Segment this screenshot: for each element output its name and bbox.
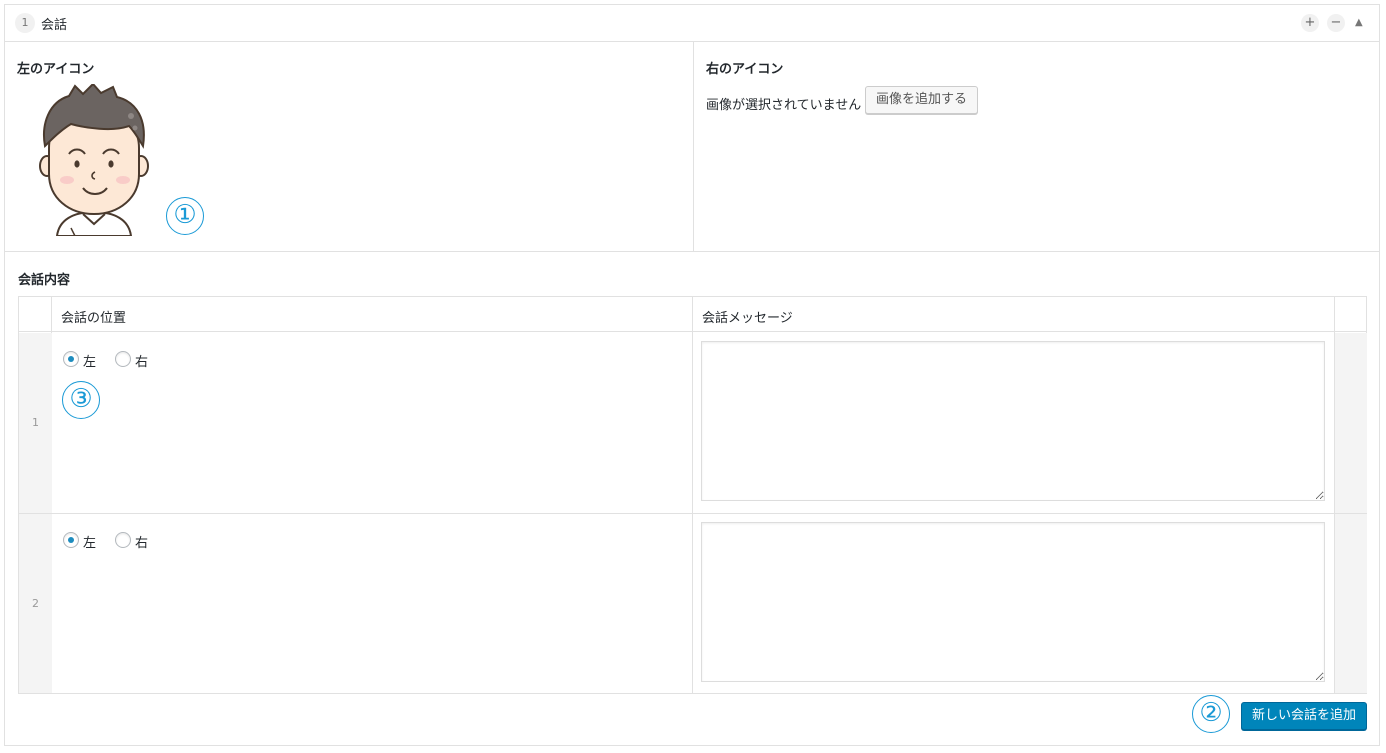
- callout-2: ②: [1192, 695, 1230, 733]
- radio-left-label: 左: [83, 536, 97, 551]
- right-icon-label: 右のアイコン: [706, 62, 784, 77]
- no-image-text: 画像が選択されていません: [706, 98, 862, 113]
- message-textarea[interactable]: [701, 522, 1325, 682]
- add-image-button[interactable]: 画像を追加する: [865, 86, 979, 114]
- radio-left[interactable]: [63, 351, 79, 367]
- conversation-panel: 1 会話 + − ▲ 左のアイコン ① 右のアイコン 画像が選択されていません …: [4, 4, 1380, 746]
- panel-title: 会話: [41, 18, 68, 33]
- callout-3: ③: [62, 381, 100, 419]
- row-actions[interactable]: [1335, 514, 1367, 693]
- radio-left[interactable]: [63, 532, 79, 548]
- row-index[interactable]: 2: [19, 514, 52, 693]
- panel-header: 1 会話 + − ▲: [5, 5, 1379, 42]
- column-header-position: 会話の位置: [61, 311, 127, 326]
- message-textarea[interactable]: [701, 341, 1325, 501]
- column-header-message: 会話メッセージ: [702, 311, 793, 326]
- row-divider: [19, 513, 1366, 514]
- callout-1: ①: [166, 197, 204, 235]
- row-index[interactable]: 1: [19, 333, 52, 513]
- avatar-image[interactable]: [35, 84, 153, 236]
- add-conversation-button[interactable]: 新しい会話を追加: [1241, 702, 1368, 730]
- conversation-table: 会話の位置 会話メッセージ 1 左 右 ③ 2 左 右: [18, 296, 1367, 694]
- radio-right[interactable]: [115, 351, 131, 367]
- minus-icon[interactable]: −: [1327, 14, 1345, 32]
- radio-left-label: 左: [83, 355, 97, 370]
- left-icon-label: 左のアイコン: [17, 62, 95, 77]
- column-divider: [692, 297, 693, 693]
- radio-right-label: 右: [135, 536, 149, 551]
- row-actions[interactable]: [1335, 333, 1367, 513]
- icon-fields-row: 左のアイコン ① 右のアイコン 画像が選択されていません 画像を追加する: [5, 42, 1379, 252]
- conversation-label: 会話内容: [18, 273, 71, 288]
- radio-right[interactable]: [115, 532, 131, 548]
- right-icon-field: 右のアイコン 画像が選択されていません 画像を追加する: [693, 42, 1379, 251]
- row-index-badge: 1: [15, 13, 35, 33]
- triangle-up-icon[interactable]: ▲: [1355, 14, 1367, 32]
- plus-icon[interactable]: +: [1301, 14, 1319, 32]
- radio-right-label: 右: [135, 355, 149, 370]
